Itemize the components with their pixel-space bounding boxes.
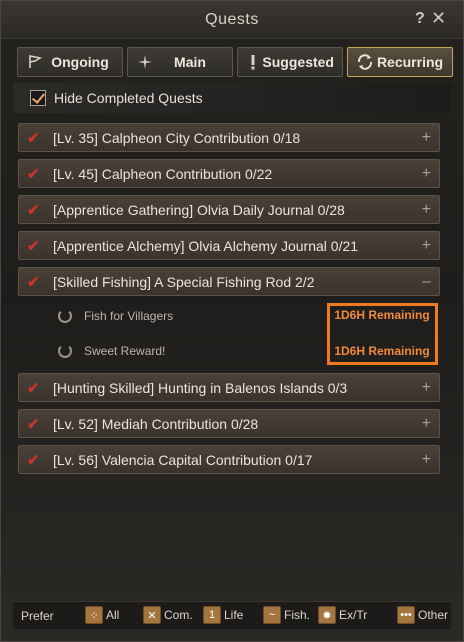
quests-window: Quests ? ✕ Ongoing Main Suggested Recurr…	[0, 0, 464, 642]
filter-label: Fish.	[284, 608, 311, 622]
filter-bar: Prefer ⁘ All ✕ Com. 1 Life ~ Fish. ✹ Ex/…	[13, 601, 451, 629]
tab-recurring[interactable]: Recurring	[347, 47, 453, 77]
filter-life[interactable]: 1 Life	[203, 606, 243, 624]
explore-trade-icon: ✹	[318, 606, 336, 624]
filter-label: Com.	[164, 608, 193, 622]
quest-row[interactable]: ✔ [Lv. 35] Calpheon City Contribution 0/…	[18, 123, 440, 152]
expand-icon[interactable]: +	[422, 165, 431, 183]
checkmark-icon: ✔	[27, 451, 40, 469]
quest-row[interactable]: ✔ [Lv. 56] Valencia Capital Contribution…	[18, 445, 440, 474]
quest-title: [Hunting Skilled] Hunting in Balenos Isl…	[53, 379, 348, 396]
window-title: Quests	[205, 11, 259, 28]
filter-combat[interactable]: ✕ Com.	[143, 606, 193, 624]
close-icon[interactable]: ✕	[431, 8, 446, 29]
quest-title: [Lv. 52] Mediah Contribution 0/28	[53, 415, 259, 432]
tab-label: Suggested	[262, 54, 334, 70]
checkmark-icon: ✔	[27, 415, 40, 433]
flag-icon	[24, 51, 46, 73]
filter-label: Life	[224, 608, 244, 622]
recurring-icon	[58, 309, 72, 323]
filter-fishing[interactable]: ~ Fish.	[263, 606, 310, 624]
expand-icon[interactable]: +	[422, 237, 431, 255]
filter-other[interactable]: ••• Other	[397, 606, 448, 624]
life-icon: 1	[203, 606, 221, 624]
exclamation-icon	[244, 51, 262, 73]
fish-icon: ~	[263, 606, 281, 624]
collapse-icon[interactable]: –	[422, 273, 431, 291]
quest-row[interactable]: ✔ [Apprentice Alchemy] Olvia Alchemy Jou…	[18, 231, 440, 260]
quest-title: [Apprentice Alchemy] Olvia Alchemy Journ…	[53, 237, 359, 254]
expand-icon[interactable]: +	[422, 129, 431, 147]
quest-title: [Skilled Fishing] A Special Fishing Rod …	[53, 273, 315, 290]
tab-suggested[interactable]: Suggested	[237, 47, 343, 77]
tab-label: Main	[174, 54, 206, 70]
quest-row[interactable]: ✔ [Lv. 45] Calpheon Contribution 0/22 +	[18, 159, 440, 188]
tab-label: Recurring	[376, 54, 444, 70]
star-icon	[134, 51, 156, 73]
remaining-time: 1D6H Remaining	[334, 308, 430, 322]
help-icon[interactable]: ?	[415, 10, 425, 28]
checkmark-icon: ✔	[27, 273, 40, 291]
checkmark-icon: ✔	[27, 201, 40, 219]
tab-label: Ongoing	[51, 54, 109, 70]
quest-row[interactable]: ✔ [Lv. 52] Mediah Contribution 0/28 +	[18, 409, 440, 438]
expand-icon[interactable]: +	[422, 451, 431, 469]
checkmark-icon: ✔	[27, 165, 40, 183]
checkmark-icon: ✔	[27, 379, 40, 397]
quest-title: [Lv. 45] Calpheon Contribution 0/22	[53, 165, 273, 182]
expand-icon[interactable]: +	[422, 415, 431, 433]
quest-row[interactable]: ✔ [Apprentice Gathering] Olvia Daily Jou…	[18, 195, 440, 224]
other-icon: •••	[397, 606, 415, 624]
remaining-time: 1D6H Remaining	[334, 344, 430, 358]
tab-main[interactable]: Main	[127, 47, 233, 77]
prefer-label: Prefer	[21, 609, 54, 623]
filter-explore-trade[interactable]: ✹ Ex/Tr	[318, 606, 367, 624]
filter-label: Other	[418, 608, 449, 622]
recurring-icon	[58, 344, 72, 358]
quest-title: [Apprentice Gathering] Olvia Daily Journ…	[53, 201, 345, 218]
checkmark-icon: ✔	[27, 129, 40, 147]
hide-completed-label: Hide Completed Quests	[54, 90, 203, 106]
filter-label: All	[106, 608, 120, 622]
filter-all[interactable]: ⁘ All	[85, 606, 119, 624]
checkmark-icon: ✔	[27, 237, 40, 255]
quest-title: [Lv. 35] Calpheon City Contribution 0/18	[53, 129, 301, 146]
all-icon: ⁘	[85, 606, 103, 624]
filter-label: Ex/Tr	[339, 608, 368, 622]
expand-icon[interactable]: +	[422, 379, 431, 397]
quest-row[interactable]: ✔ [Hunting Skilled] Hunting in Balenos I…	[18, 373, 440, 402]
title-bar[interactable]: Quests ? ✕	[1, 1, 463, 39]
combat-icon: ✕	[143, 606, 161, 624]
quest-row-expanded[interactable]: ✔ [Skilled Fishing] A Special Fishing Ro…	[18, 267, 440, 296]
expand-icon[interactable]: +	[422, 201, 431, 219]
hide-completed-toggle[interactable]: Hide Completed Quests	[13, 83, 451, 113]
tab-ongoing[interactable]: Ongoing	[17, 47, 123, 77]
quest-title: [Lv. 56] Valencia Capital Contribution 0…	[53, 451, 313, 468]
subquest-label: Sweet Reward!	[84, 344, 166, 358]
subquest-label: Fish for Villagers	[84, 309, 174, 323]
cycle-icon	[354, 51, 376, 73]
hide-completed-checkbox[interactable]	[30, 90, 46, 106]
